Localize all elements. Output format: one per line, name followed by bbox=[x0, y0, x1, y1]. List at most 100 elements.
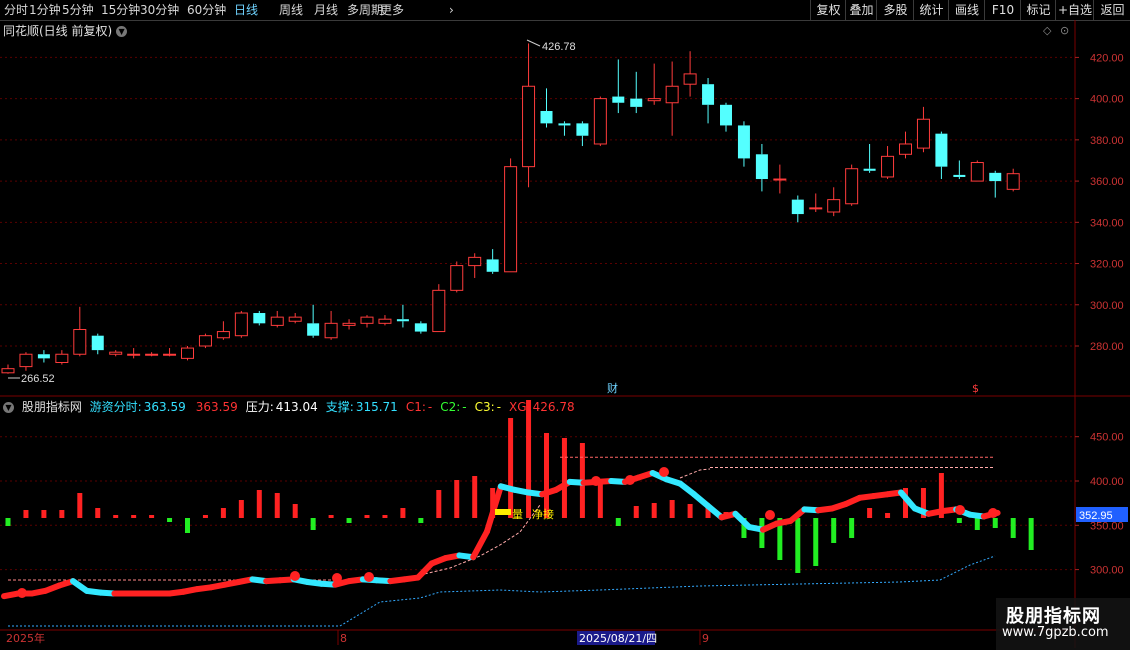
high-label: 426.78 bbox=[542, 41, 576, 53]
histogram-bar bbox=[526, 400, 532, 518]
y-tick-label: 400.00 bbox=[1090, 476, 1124, 488]
candle-body-up bbox=[647, 98, 661, 102]
histogram-bar bbox=[615, 518, 621, 526]
indicator-dot bbox=[17, 588, 27, 598]
histogram-bar bbox=[310, 518, 316, 530]
histogram-bar bbox=[238, 500, 244, 518]
candle-body-up bbox=[360, 316, 374, 324]
candle-body-up bbox=[522, 85, 536, 168]
histogram-bar bbox=[472, 476, 478, 518]
candle-body-down bbox=[863, 168, 876, 171]
candle-body-up bbox=[683, 73, 697, 85]
histogram-bar bbox=[974, 518, 980, 530]
histogram-bar bbox=[400, 508, 406, 518]
candle-body-up bbox=[288, 316, 302, 322]
candle-body-up bbox=[234, 312, 248, 337]
histogram-bar bbox=[687, 504, 693, 518]
y-tick-label: 400.00 bbox=[1090, 94, 1124, 106]
finance-marker: 财 bbox=[607, 381, 618, 395]
histogram-bar bbox=[113, 515, 119, 518]
candle-body-down bbox=[37, 354, 50, 359]
candle-body-up bbox=[73, 329, 87, 355]
candle-body-down bbox=[91, 335, 104, 351]
signal-box bbox=[495, 509, 511, 515]
histogram-bar bbox=[597, 480, 603, 518]
chart-canvas[interactable]: ◇ ⊙ 420.00 400.00 380.00 360.00 340.00 320.00 30… bbox=[0, 0, 1130, 650]
pressure-curve bbox=[679, 468, 711, 479]
indicator-dot bbox=[290, 571, 300, 581]
histogram-bar bbox=[220, 508, 226, 518]
histogram-bar bbox=[149, 515, 155, 518]
histogram-bar bbox=[418, 518, 424, 523]
candle-body-down bbox=[486, 259, 499, 272]
histogram-bar bbox=[651, 503, 657, 518]
indicator-dot bbox=[659, 467, 669, 477]
cursor-date-label: 2025/08/21/四 bbox=[579, 632, 657, 645]
indicator-dot bbox=[332, 573, 342, 583]
histogram-bar bbox=[1010, 518, 1016, 538]
candle-body-down bbox=[576, 123, 589, 136]
candle-body-up bbox=[970, 162, 984, 182]
candle-body-down bbox=[253, 313, 266, 324]
candle-body-up bbox=[468, 256, 482, 267]
y-tick-label: 420.00 bbox=[1090, 52, 1124, 64]
candle-body-up bbox=[1, 368, 15, 374]
watermark: 股朋指标网 www.7gpzb.com bbox=[996, 598, 1130, 650]
histogram-bar bbox=[885, 513, 891, 518]
candle-body-down bbox=[307, 323, 320, 336]
candle-body-up bbox=[827, 199, 841, 213]
histogram-bar bbox=[544, 433, 549, 518]
histogram-bar bbox=[185, 518, 190, 533]
indicator-dot bbox=[364, 572, 374, 582]
signal-box-label: 量 bbox=[512, 508, 523, 521]
histogram-bar bbox=[759, 518, 765, 548]
candle-body-up bbox=[899, 143, 912, 155]
histogram-bar bbox=[256, 490, 262, 518]
candle-body-up bbox=[127, 353, 141, 356]
y-tick-label: 360.00 bbox=[1090, 176, 1124, 188]
candle-body-up bbox=[109, 351, 123, 355]
y-tick-label: 300.00 bbox=[1090, 300, 1124, 312]
histogram-bar bbox=[831, 518, 837, 543]
candle-body-up bbox=[1006, 173, 1020, 190]
candle-body-down bbox=[702, 84, 715, 105]
candle-body-up bbox=[593, 98, 607, 145]
low-label: 266.52 bbox=[21, 373, 55, 385]
candle-body-up bbox=[216, 331, 230, 339]
histogram-bar bbox=[561, 438, 567, 518]
indicator-dot bbox=[955, 505, 965, 515]
histogram-bar bbox=[5, 518, 11, 526]
candle-body-up bbox=[504, 166, 518, 273]
y-tick-label: 340.00 bbox=[1090, 217, 1124, 229]
candle-body-up bbox=[145, 353, 159, 356]
histogram-bar bbox=[77, 493, 83, 518]
histogram-bar bbox=[508, 418, 514, 518]
histogram-bar bbox=[382, 515, 388, 518]
candle-body-down bbox=[558, 123, 571, 126]
y-tick-label: 300.00 bbox=[1090, 565, 1124, 577]
histogram-bar bbox=[454, 480, 460, 518]
candle-body-down bbox=[720, 104, 732, 126]
candle-body-up bbox=[324, 322, 338, 339]
histogram-bar bbox=[436, 490, 442, 518]
indicator-dot bbox=[591, 476, 601, 486]
candle-body-up bbox=[163, 353, 177, 356]
candle-body-down bbox=[612, 96, 625, 103]
histogram-bar bbox=[813, 518, 819, 566]
histogram-bar bbox=[328, 515, 334, 518]
histogram-bar bbox=[59, 510, 65, 518]
histogram-bar bbox=[292, 504, 298, 518]
y-tick-label: 350.00 bbox=[1090, 520, 1124, 532]
x-axis-label: 8 bbox=[340, 632, 347, 645]
histogram-bar bbox=[346, 518, 352, 523]
indicator-dot bbox=[765, 510, 775, 520]
candle-body-up bbox=[665, 85, 679, 104]
histogram-bar bbox=[849, 518, 855, 538]
settings-icon: ⊙ bbox=[1060, 24, 1069, 37]
histogram-bar bbox=[167, 518, 173, 522]
histogram-bar bbox=[1028, 518, 1034, 550]
candle-body-up bbox=[916, 118, 930, 149]
indicator-dot bbox=[988, 508, 998, 518]
candle-body-down bbox=[989, 172, 1002, 182]
candle-body-up bbox=[809, 207, 823, 210]
